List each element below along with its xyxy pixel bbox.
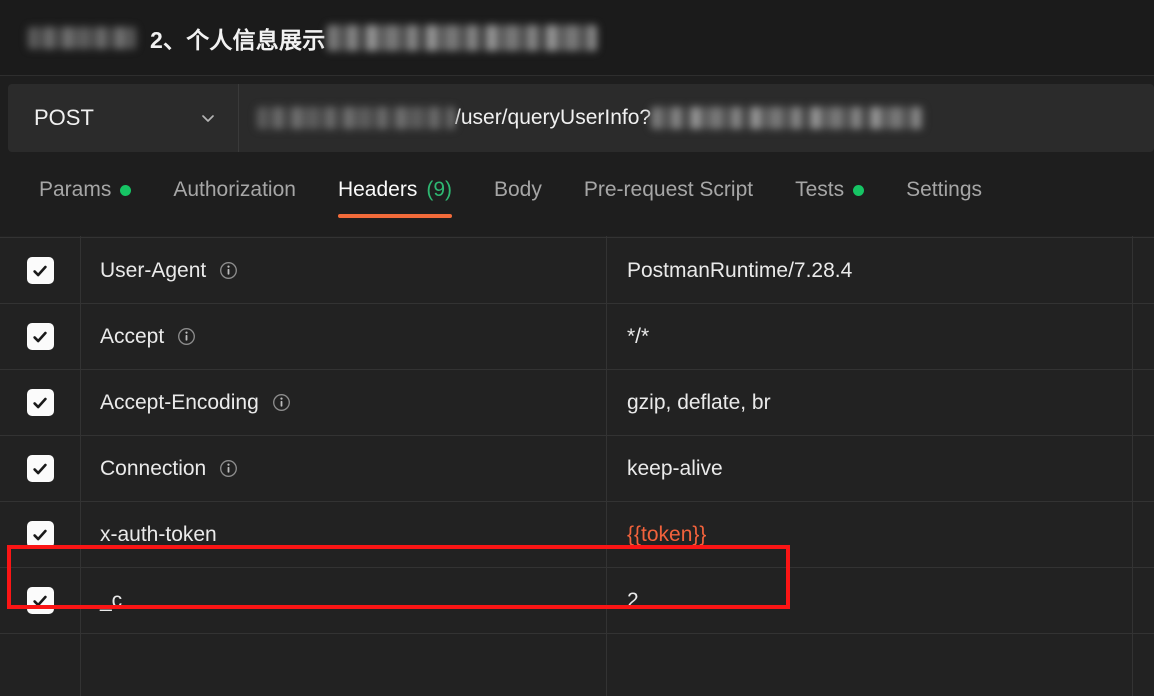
header-description-cell[interactable] bbox=[1133, 238, 1154, 303]
header-description-cell[interactable] bbox=[1133, 436, 1154, 501]
table-row[interactable]: Accept-Encoding gzip, deflate, br bbox=[0, 370, 1154, 436]
table-row[interactable]: Connection keep-alive bbox=[0, 436, 1154, 502]
checkbox-checked-icon bbox=[26, 257, 54, 284]
redacted-title-prefix bbox=[28, 26, 136, 49]
page-title: 2、个人信息展示 bbox=[150, 26, 326, 53]
checkbox-checked-icon bbox=[26, 521, 54, 548]
header-key-cell[interactable] bbox=[81, 634, 607, 696]
tab-pre-request-script-label: Pre-request Script bbox=[583, 178, 754, 201]
tab-body[interactable]: Body bbox=[473, 162, 563, 218]
header-value-cell[interactable]: gzip, deflate, br bbox=[607, 370, 1133, 435]
tab-tests-label: Tests bbox=[795, 178, 845, 201]
header-value-text: {{token}} bbox=[627, 522, 707, 546]
table-row[interactable]: Accept */* bbox=[0, 304, 1154, 370]
tab-pre-request-script[interactable]: Pre-request Script bbox=[562, 162, 775, 218]
header-value-text: */* bbox=[627, 324, 650, 348]
header-key-cell[interactable]: x-auth-token bbox=[81, 502, 607, 567]
header-value-text: gzip, deflate, br bbox=[627, 390, 771, 414]
row-enabled-checkbox[interactable] bbox=[0, 238, 81, 303]
header-description-cell[interactable] bbox=[1133, 568, 1154, 633]
header-value-text: PostmanRuntime/7.28.4 bbox=[627, 258, 853, 282]
header-description-cell[interactable] bbox=[1133, 304, 1154, 369]
tab-headers-count: (9) bbox=[426, 178, 452, 201]
tab-headers[interactable]: Headers (9) bbox=[316, 162, 473, 218]
header-key-text: _c bbox=[100, 588, 123, 612]
tab-tests[interactable]: Tests bbox=[774, 162, 886, 218]
row-enabled-checkbox[interactable] bbox=[0, 568, 81, 633]
header-value-text: keep-alive bbox=[627, 456, 723, 480]
request-url-bar: POST /user/queryUserInfo? bbox=[0, 76, 1154, 160]
header-value-cell[interactable]: keep-alive bbox=[607, 436, 1133, 501]
tab-settings[interactable]: Settings bbox=[885, 162, 1004, 218]
tab-params[interactable]: Params bbox=[18, 162, 153, 218]
header-description-cell[interactable] bbox=[1133, 502, 1154, 567]
redacted-title-suffix bbox=[327, 24, 598, 51]
tab-authorization-label: Authorization bbox=[173, 178, 296, 201]
header-description-cell[interactable] bbox=[1133, 236, 1154, 237]
header-key-cell[interactable]: Host bbox=[81, 236, 607, 237]
header-key-cell[interactable]: _c bbox=[81, 568, 607, 633]
redacted-url-host bbox=[257, 107, 455, 129]
header-key-cell[interactable]: Connection bbox=[81, 436, 607, 501]
checkbox-checked-icon bbox=[26, 455, 54, 482]
tab-headers-label: Headers bbox=[337, 178, 418, 201]
table-row[interactable]: _c 2 bbox=[0, 568, 1154, 634]
header-key-text: Accept-Encoding bbox=[100, 390, 259, 414]
tests-status-dot-icon bbox=[853, 184, 865, 196]
header-value-cell[interactable]: 2 bbox=[607, 568, 1133, 633]
redacted-url-query bbox=[651, 107, 924, 129]
row-enabled-checkbox[interactable] bbox=[0, 502, 81, 567]
url-shell: POST /user/queryUserInfo? bbox=[8, 84, 1154, 152]
document-title-bar: 2、个人信息展示 bbox=[0, 0, 1154, 76]
header-key-text: Accept bbox=[100, 324, 165, 348]
info-icon[interactable] bbox=[177, 327, 196, 346]
info-icon[interactable] bbox=[219, 261, 238, 280]
row-enabled-checkbox[interactable] bbox=[0, 634, 81, 696]
checkbox-checked-icon bbox=[26, 323, 54, 350]
row-enabled-checkbox[interactable] bbox=[0, 304, 81, 369]
header-value-cell[interactable]: PostmanRuntime/7.28.4 bbox=[607, 238, 1133, 303]
request-url-text: /user/queryUserInfo? bbox=[455, 106, 652, 129]
tab-settings-label: Settings bbox=[906, 178, 983, 201]
row-enabled-checkbox[interactable] bbox=[0, 370, 81, 435]
header-key-cell[interactable]: Accept-Encoding bbox=[81, 370, 607, 435]
header-description-cell[interactable] bbox=[1133, 370, 1154, 435]
chevron-down-icon bbox=[200, 110, 216, 126]
request-tabs: Params Authorization Headers (9) Body Pr… bbox=[0, 160, 1154, 218]
http-method-label: POST bbox=[34, 105, 94, 130]
request-url-input[interactable]: /user/queryUserInfo? bbox=[239, 84, 1154, 152]
header-value-cell[interactable]: */* bbox=[607, 304, 1133, 369]
row-enabled-checkbox[interactable] bbox=[0, 436, 81, 501]
title-row: 2、个人信息展示 bbox=[28, 21, 598, 55]
row-enabled-checkbox[interactable] bbox=[0, 236, 81, 237]
header-value-cell[interactable] bbox=[607, 634, 1133, 696]
tab-body-label: Body bbox=[494, 178, 542, 201]
header-key-cell[interactable]: Accept bbox=[81, 304, 607, 369]
checkbox-checked-icon bbox=[26, 389, 54, 416]
table-row[interactable]: User-Agent PostmanRuntime/7.28.4 bbox=[0, 238, 1154, 304]
header-key-text: Connection bbox=[100, 456, 207, 480]
headers-table: Host <calculated when request is sent> bbox=[0, 236, 1154, 696]
table-row-empty[interactable] bbox=[0, 634, 1154, 696]
info-icon[interactable] bbox=[272, 393, 291, 412]
tab-authorization[interactable]: Authorization bbox=[152, 162, 317, 218]
tab-params-label: Params bbox=[39, 178, 112, 201]
header-key-text: User-Agent bbox=[100, 258, 207, 282]
checkbox-checked-icon bbox=[26, 587, 54, 614]
info-icon[interactable] bbox=[219, 459, 238, 478]
header-value-cell[interactable]: {{token}} bbox=[607, 502, 1133, 567]
header-key-cell[interactable]: User-Agent bbox=[81, 238, 607, 303]
header-key-text: x-auth-token bbox=[100, 522, 217, 546]
params-status-dot-icon bbox=[120, 184, 132, 196]
header-description-cell[interactable] bbox=[1133, 634, 1154, 696]
table-row-x-auth-token[interactable]: x-auth-token {{token}} bbox=[0, 502, 1154, 568]
header-value-text: 2 bbox=[627, 588, 639, 612]
http-method-selector[interactable]: POST bbox=[8, 84, 239, 152]
header-value-cell[interactable]: <calculated when request is sent> bbox=[607, 236, 1133, 237]
